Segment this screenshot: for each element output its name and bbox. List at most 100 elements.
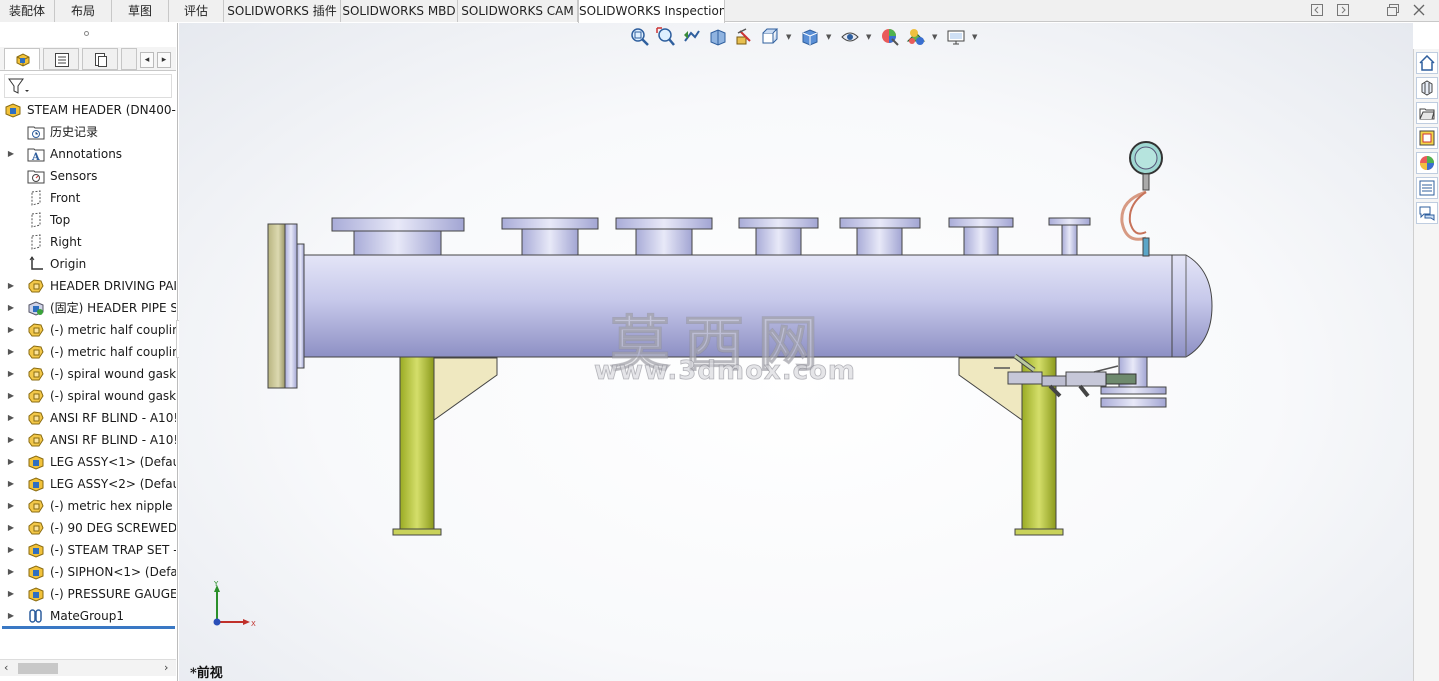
forum-icon[interactable] bbox=[1416, 202, 1438, 224]
view-settings-icon[interactable] bbox=[946, 27, 966, 49]
file-explorer-icon[interactable] bbox=[1416, 102, 1438, 124]
rollback-bar[interactable] bbox=[2, 626, 175, 629]
tree-item[interactable]: ▶ (-) spiral wound gask bbox=[0, 385, 176, 407]
tab-sketch[interactable]: 草图 bbox=[112, 0, 169, 22]
expand-arrow-icon[interactable]: ▶ bbox=[6, 561, 16, 583]
tree-item[interactable]: ▶ ANSI RF BLIND - A10! bbox=[0, 429, 176, 451]
tree-item[interactable]: ▶ (-) 90 DEG SCREWED bbox=[0, 517, 176, 539]
expand-arrow-icon[interactable]: ▶ bbox=[6, 451, 16, 473]
scroll-right-icon[interactable]: › bbox=[164, 661, 168, 674]
display-style-icon[interactable] bbox=[800, 27, 820, 49]
tree-item[interactable]: Front bbox=[0, 187, 176, 209]
view-palette-icon[interactable] bbox=[1416, 127, 1438, 149]
feature-manager-tab[interactable] bbox=[4, 48, 40, 70]
solidworks-window: 装配体 布局 草图 评估 SOLIDWORKS 插件 SOLIDWORKS MB… bbox=[0, 0, 1439, 681]
tree-item[interactable]: ▶ MateGroup1 bbox=[0, 605, 176, 627]
expand-arrow-icon[interactable]: ▶ bbox=[6, 605, 16, 627]
tree-item[interactable]: Sensors bbox=[0, 165, 176, 187]
tree-item[interactable]: ▶ (固定) HEADER PIPE S bbox=[0, 297, 176, 319]
zoom-to-fit-icon[interactable] bbox=[630, 27, 650, 49]
expand-arrow-icon[interactable]: ▶ bbox=[6, 583, 16, 605]
tabs-scroll-right-icon[interactable]: ▸ bbox=[157, 52, 171, 68]
expand-arrow-icon[interactable]: ▶ bbox=[6, 143, 16, 165]
expand-arrow-icon[interactable]: ▶ bbox=[6, 429, 16, 451]
expand-arrow-icon[interactable]: ▶ bbox=[6, 319, 16, 341]
home-icon[interactable] bbox=[1416, 52, 1438, 74]
tab-solidworks-cam[interactable]: SOLIDWORKS CAM bbox=[458, 0, 578, 22]
tree-item[interactable]: 历史记录 bbox=[0, 121, 176, 143]
ansi-rf-blind[interactable] bbox=[267, 223, 305, 389]
tree-item[interactable]: Top bbox=[0, 209, 176, 231]
tree-item[interactable]: ▶ (-) metric half couplin bbox=[0, 319, 176, 341]
tree-item[interactable]: ▶ (-) PRESSURE GAUGE bbox=[0, 583, 176, 605]
tab-solidworks-mbd[interactable]: SOLIDWORKS MBD bbox=[341, 0, 458, 22]
tree-item[interactable]: ▶ (-) SIPHON<1> (Defa bbox=[0, 561, 176, 583]
appearances-icon[interactable] bbox=[1416, 152, 1438, 174]
tabs-scroll-left-icon[interactable]: ◂ bbox=[140, 52, 154, 68]
leg-assembly-left[interactable] bbox=[392, 355, 498, 536]
tree-item[interactable]: ▶ (-) STEAM TRAP SET - bbox=[0, 539, 176, 561]
restore-left-icon[interactable] bbox=[1309, 4, 1325, 18]
expand-arrow-icon[interactable]: ▶ bbox=[6, 363, 16, 385]
tree-item[interactable]: ▶ (-) metric half couplin bbox=[0, 341, 176, 363]
part-icon bbox=[27, 278, 45, 294]
expand-arrow-icon[interactable]: ▶ bbox=[6, 341, 16, 363]
siphon[interactable] bbox=[1120, 190, 1150, 257]
expand-arrow-icon[interactable]: ▶ bbox=[6, 407, 16, 429]
hide-show-icon[interactable] bbox=[840, 27, 860, 49]
tree-item[interactable]: ▶ ANSI RF BLIND - A10! bbox=[0, 407, 176, 429]
tree-item[interactable]: ▶ HEADER DRIVING PAI bbox=[0, 275, 176, 297]
tab-layout[interactable]: 布局 bbox=[55, 0, 112, 22]
expand-arrow-icon[interactable]: ▶ bbox=[6, 517, 16, 539]
tab-solidworks-inspection[interactable]: SOLIDWORKS Inspection bbox=[578, 0, 725, 23]
tree-item-label: Origin bbox=[50, 257, 87, 271]
nozzle-small[interactable] bbox=[1048, 217, 1091, 258]
panel-grip[interactable] bbox=[0, 23, 176, 45]
tree-filter[interactable] bbox=[4, 74, 172, 98]
apply-scene-icon[interactable] bbox=[906, 27, 926, 49]
expand-arrow-icon[interactable]: ▶ bbox=[6, 473, 16, 495]
tab-solidworks-addins[interactable]: SOLIDWORKS 插件 bbox=[224, 0, 341, 22]
previous-view-icon[interactable] bbox=[682, 27, 702, 49]
tab-evaluate[interactable]: 评估 bbox=[169, 0, 224, 22]
expand-arrow-icon[interactable]: ▶ bbox=[6, 539, 16, 561]
tree-item[interactable]: ▶ (-) spiral wound gask bbox=[0, 363, 176, 385]
view-orientation-dropdown-icon[interactable]: ▼ bbox=[786, 33, 791, 41]
display-style-dropdown-icon[interactable]: ▼ bbox=[826, 33, 831, 41]
nozzle-6[interactable] bbox=[948, 217, 1014, 261]
tree-item-label: (-) spiral wound gask bbox=[50, 367, 176, 381]
dim-xpert-tab[interactable] bbox=[121, 48, 137, 70]
tree-horizontal-scrollbar[interactable]: ‹ › bbox=[0, 659, 176, 676]
configuration-manager-tab[interactable] bbox=[82, 48, 118, 70]
tree-root-assembly[interactable]: STEAM HEADER (DN400- bbox=[0, 99, 176, 121]
hide-show-dropdown-icon[interactable]: ▼ bbox=[866, 33, 871, 41]
design-library-icon[interactable] bbox=[1416, 77, 1438, 99]
dynamic-annotation-icon[interactable] bbox=[734, 27, 754, 49]
scroll-left-icon[interactable]: ‹ bbox=[4, 661, 8, 674]
custom-properties-icon[interactable] bbox=[1416, 177, 1438, 199]
expand-arrow-icon[interactable]: ▶ bbox=[6, 297, 16, 319]
expand-arrow-icon[interactable]: ▶ bbox=[6, 495, 16, 517]
tree-item[interactable]: ▶ LEG ASSY<2> (Defaul bbox=[0, 473, 176, 495]
scroll-thumb[interactable] bbox=[18, 663, 58, 674]
view-orientation-icon[interactable] bbox=[760, 27, 780, 49]
tree-item[interactable]: ▶ LEG ASSY<1> (Defaul bbox=[0, 451, 176, 473]
tree-item[interactable]: Right bbox=[0, 231, 176, 253]
property-manager-tab[interactable] bbox=[43, 48, 79, 70]
expand-arrow-icon[interactable]: ▶ bbox=[6, 275, 16, 297]
tree-item[interactable]: Origin bbox=[0, 253, 176, 275]
maximize-icon[interactable] bbox=[1385, 4, 1401, 18]
tree-item-label: (-) SIPHON<1> (Defa bbox=[50, 565, 176, 579]
pressure-gauge[interactable] bbox=[1129, 141, 1163, 191]
tree-item[interactable]: ▶ A Annotations bbox=[0, 143, 176, 165]
edit-appearance-icon[interactable] bbox=[880, 27, 900, 49]
apply-scene-dropdown-icon[interactable]: ▼ bbox=[932, 33, 937, 41]
section-view-icon[interactable] bbox=[708, 27, 728, 49]
tree-item[interactable]: ▶ (-) metric hex nipple 3 bbox=[0, 495, 176, 517]
restore-right-icon[interactable] bbox=[1335, 4, 1351, 18]
zoom-to-area-icon[interactable] bbox=[656, 27, 676, 49]
tab-assembly[interactable]: 装配体 bbox=[0, 0, 55, 22]
expand-arrow-icon[interactable]: ▶ bbox=[6, 385, 16, 407]
view-settings-dropdown-icon[interactable]: ▼ bbox=[972, 33, 977, 41]
close-icon[interactable] bbox=[1411, 4, 1427, 18]
